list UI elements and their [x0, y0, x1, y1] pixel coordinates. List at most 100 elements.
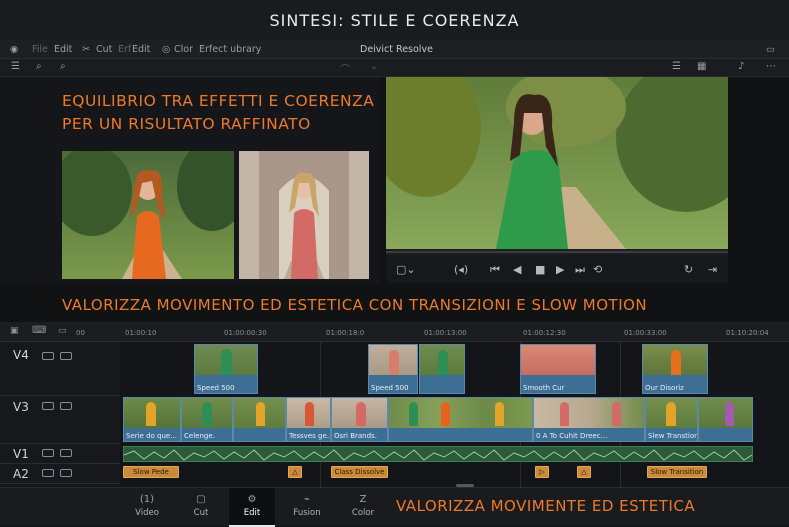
timeline-clip[interactable]: Slew Transtion — [645, 397, 698, 442]
timecode: 01:00:18:0 — [326, 329, 365, 337]
grid-view-icon[interactable]: ▦ — [697, 61, 706, 72]
menu-effect-library[interactable]: Erfect ubrary — [199, 44, 261, 55]
more-options-icon[interactable]: ⋯ — [766, 61, 776, 72]
mark-icon[interactable]: ⇥ — [708, 263, 717, 276]
track-name: V4 — [13, 348, 29, 362]
captions-icon[interactable]: ⌨ — [32, 325, 46, 336]
hamburger-menu-icon[interactable]: ☰ — [11, 61, 20, 72]
page-label: Video — [135, 508, 159, 518]
clip-label: Tessves ge... — [289, 432, 331, 440]
banner-bottom: VALORIZZA MOVIMENTE ED ESTETICA — [396, 497, 696, 515]
menu-file[interactable]: File — [32, 44, 48, 55]
cut-page-icon: ▢ — [196, 494, 206, 505]
chevron-down-icon[interactable]: ⌄ — [370, 61, 378, 72]
timeline-clip[interactable]: Our Disoriz — [642, 344, 708, 394]
transition-clip[interactable]: Slow Pede — [123, 466, 179, 478]
color-icon: ◎ — [162, 44, 171, 55]
transition-marker-icon[interactable]: △ — [288, 466, 302, 478]
audio-clip-waveform[interactable] — [123, 446, 753, 462]
timeline-clip[interactable] — [698, 397, 753, 442]
jog-icon[interactable]: (◂) — [454, 263, 468, 276]
menu-color[interactable]: Clor — [174, 44, 193, 55]
clip-label: Our Disoriz — [645, 384, 684, 392]
timeline-clip[interactable]: Celenge. — [181, 397, 233, 442]
program-viewer[interactable] — [386, 77, 728, 249]
go-to-start-icon[interactable]: ⏮ — [490, 263, 500, 277]
go-to-end-icon[interactable]: ⏭ — [575, 263, 585, 277]
folder-icon[interactable]: ▭ — [58, 326, 67, 336]
clip-label: Speed 500 — [197, 384, 235, 392]
track-header-v4[interactable]: V4 — [0, 342, 120, 396]
visibility-icon[interactable] — [60, 352, 72, 360]
clip-label: Smooth Cur — [523, 384, 565, 392]
track-header-v1[interactable]: V1 — [0, 444, 120, 464]
page-tab-cut[interactable]: ▢ Cut — [178, 488, 224, 527]
clip-label: Celenge. — [184, 432, 215, 440]
transition-clip[interactable]: Slow Transition — [647, 466, 707, 478]
timeline-clip[interactable]: 0 A To Cuhit Dreec... — [533, 397, 645, 442]
track-name: V3 — [13, 400, 29, 414]
page-tab-color[interactable]: Z Color — [340, 488, 386, 527]
color-page-icon: Z — [359, 494, 367, 505]
loop-icon[interactable]: ⟲ — [593, 263, 602, 276]
timeline-clip[interactable]: Serie do que... — [123, 397, 181, 442]
track-header-a2[interactable]: A2 — [0, 464, 120, 484]
banner-middle: VALORIZZA MOVIMENTO ED ESTETICA CON TRAN… — [62, 296, 648, 314]
timeline-clip[interactable] — [233, 397, 286, 442]
menu-edit-2[interactable]: Edit — [132, 44, 150, 55]
menu-erf[interactable]: Erf — [118, 44, 131, 55]
curve-icon[interactable]: ⌒ — [340, 61, 350, 76]
page-navigation: (1) Video ▢ Cut ⚙ Edit ⌁ Fusion Z Color … — [0, 487, 789, 527]
transport-controls: ▢⌄ (◂) ⏮ ◀ ■ ▶ ⏭ ⟲ ↻ ⇥ — [386, 255, 728, 283]
app-logo-icon[interactable]: ◉ — [10, 44, 18, 55]
timeline-clip[interactable]: Speed 500 — [368, 344, 418, 394]
timeline-clip[interactable]: Smooth Cur — [520, 344, 596, 394]
photo-woman-orange-dress — [62, 151, 234, 279]
list-view-icon[interactable]: ☰ — [672, 61, 681, 72]
solo-icon[interactable] — [60, 469, 72, 477]
toolbar: ☰ ⌕ ⌕ ⌒ ⌄ ☰ ▦ ♪ ⋯ — [0, 59, 789, 77]
headline-line-2: PER UN RISULTATO RAFFINATO — [62, 115, 311, 133]
lock-icon[interactable] — [42, 402, 54, 410]
page-tab-edit[interactable]: ⚙ Edit — [229, 488, 275, 527]
clip-label: Serie do que... — [126, 432, 177, 440]
stop-icon[interactable]: ■ — [535, 263, 545, 276]
timeline-clip[interactable] — [419, 344, 465, 394]
mute-icon[interactable] — [42, 469, 54, 477]
page-label: Cut — [193, 508, 209, 518]
music-icon[interactable]: ♪ — [738, 61, 744, 72]
snap-icon[interactable]: ▣ — [10, 326, 19, 336]
timeline-clip[interactable]: Osri Brands. — [331, 397, 388, 442]
page-tab-video[interactable]: (1) Video — [124, 488, 170, 527]
menu-cut[interactable]: Cut — [96, 44, 112, 55]
menu-bar: ◉ File Edit ✂ Cut Erf Edit ◎ Clor Erfect… — [0, 40, 789, 59]
match-frame-icon[interactable]: ↻ — [684, 263, 693, 276]
visibility-icon[interactable] — [60, 402, 72, 410]
clip-label: 0 A To Cuhit Dreec... — [536, 432, 608, 440]
clip-label: Speed 500 — [371, 384, 409, 392]
transition-clip[interactable]: Class Dissolve — [331, 466, 388, 478]
page-label: Edit — [243, 508, 261, 518]
timeline-clip[interactable] — [388, 397, 533, 442]
search-icon[interactable]: ⌕ — [36, 61, 42, 72]
track-header-v3[interactable]: V3 — [0, 396, 120, 444]
page-label: Color — [351, 508, 375, 518]
zoom-icon[interactable]: ⌕ — [60, 61, 66, 72]
play-icon[interactable]: ▶ — [556, 263, 564, 276]
lock-icon[interactable] — [42, 449, 54, 457]
timecode: 01:00:33:00 — [624, 329, 667, 337]
timeline-clip[interactable]: Speed 500 — [194, 344, 258, 394]
timeline-clip[interactable]: Tessves ge... — [286, 397, 331, 442]
timeline-ruler[interactable]: ▣ ⌨ ▭ 00 01:00:10 01:00:00:30 01:00:18:0… — [0, 322, 789, 342]
page-tab-fusion[interactable]: ⌁ Fusion — [284, 488, 330, 527]
viewer-options-icon[interactable]: ▢⌄ — [396, 263, 416, 276]
header-title: SINTESI: STILE E COERENZA — [0, 0, 789, 40]
window-icon[interactable]: ▭ — [766, 44, 775, 55]
lock-icon[interactable] — [42, 352, 54, 360]
transition-marker-icon[interactable]: ▷ — [535, 466, 549, 478]
menu-edit[interactable]: Edit — [54, 44, 72, 55]
play-reverse-icon[interactable]: ◀ — [513, 263, 521, 276]
visibility-icon[interactable] — [60, 449, 72, 457]
transition-marker-icon[interactable]: △ — [577, 466, 591, 478]
photo-woman-pink-dress — [239, 151, 369, 279]
